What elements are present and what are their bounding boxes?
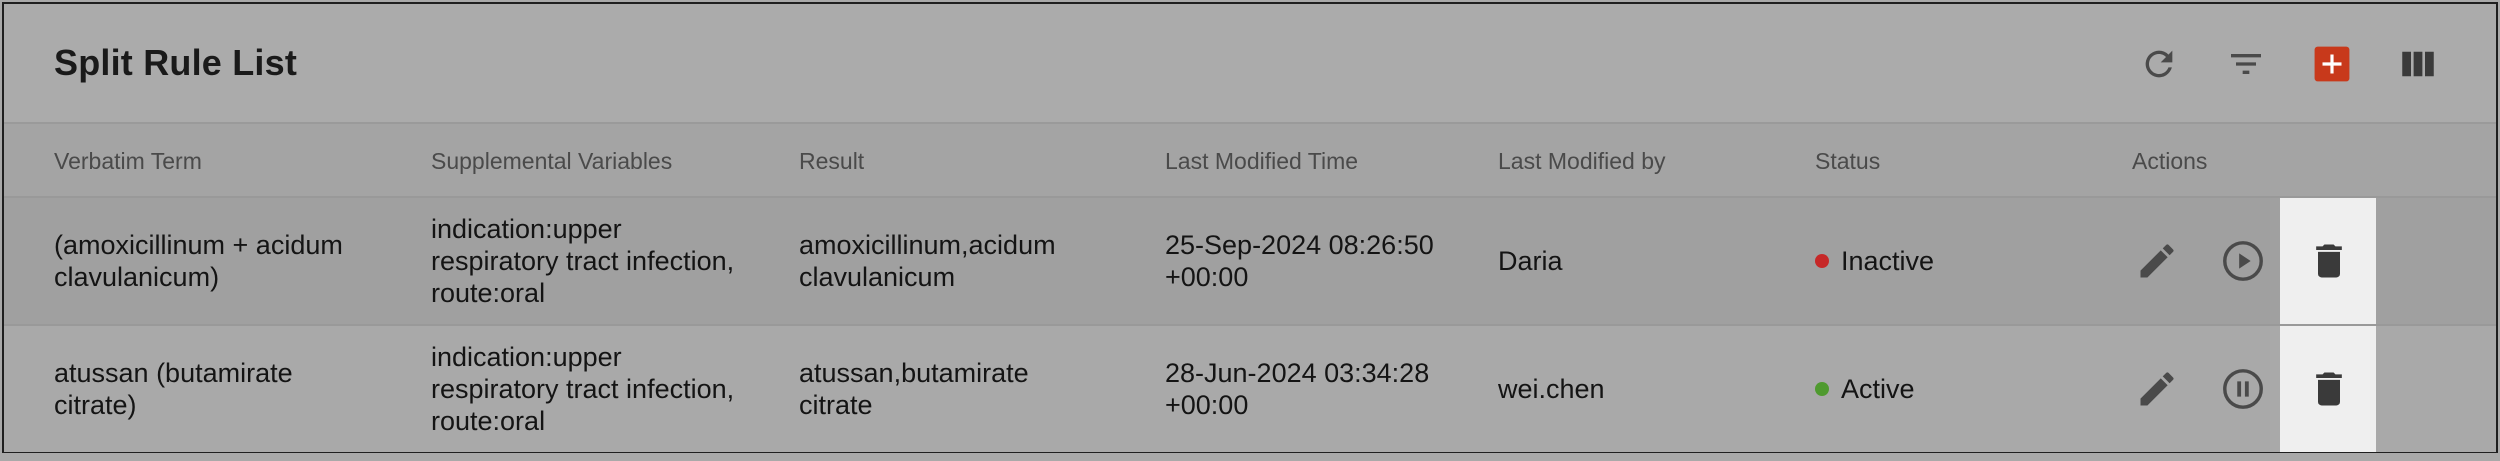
pause-icon (2223, 369, 2263, 409)
delete-button[interactable] (2301, 361, 2357, 417)
supplemental-variables-cell: indication:upper respiratory tract infec… (431, 214, 735, 308)
last-modified-time-cell: 28-Jun-2024 03:34:28 +00:00 (1165, 358, 1430, 420)
activate-button[interactable] (2215, 233, 2271, 289)
play-icon (2223, 241, 2263, 281)
edit-button[interactable] (2129, 233, 2185, 289)
last-modified-by-cell: wei.chen (1498, 374, 1605, 404)
column-header-last-modified-by[interactable]: Last Modified by (1498, 148, 1665, 175)
table-row[interactable]: (amoxicillinum + acidum clavulanicum) in… (4, 198, 2496, 326)
last-modified-time-cell: 25-Sep-2024 08:26:50 +00:00 (1165, 230, 1434, 292)
page-title: Split Rule List (54, 42, 298, 83)
verbatim-term-cell: atussan (butamirate citrate) (54, 358, 293, 420)
trash-icon (2316, 372, 2342, 406)
refresh-button[interactable] (2137, 42, 2181, 86)
status-badge: Inactive (1841, 246, 1935, 276)
status-dot (1815, 254, 1829, 268)
pencil-icon (2140, 244, 2174, 278)
trash-icon (2316, 244, 2342, 278)
filter-icon (2231, 54, 2261, 74)
table-row[interactable]: atussan (butamirate citrate) indication:… (4, 326, 2496, 452)
status-cell: Active (1815, 326, 1915, 452)
column-header-supplemental-variables[interactable]: Supplemental Variables (431, 148, 672, 175)
column-header-result[interactable]: Result (799, 148, 864, 175)
filter-button[interactable] (2224, 42, 2268, 86)
status-dot (1815, 382, 1829, 396)
result-cell: amoxicillinum,acidum clavulanicum (799, 230, 1056, 292)
add-icon (2314, 46, 2350, 82)
columns-button[interactable] (2396, 42, 2440, 86)
edit-button[interactable] (2129, 361, 2185, 417)
column-header-verbatim-term[interactable]: Verbatim Term (54, 148, 202, 175)
result-cell: atussan,butamirate citrate (799, 358, 1029, 420)
pencil-icon (2140, 372, 2174, 406)
delete-button[interactable] (2301, 233, 2357, 289)
split-rule-list-panel: Split Rule List Verbatim Term Supplement (2, 2, 2498, 453)
status-badge: Active (1841, 374, 1915, 404)
last-modified-by-cell: Daria (1498, 246, 1563, 276)
deactivate-button[interactable] (2215, 361, 2271, 417)
column-header-actions: Actions (2132, 148, 2208, 174)
table-header: Verbatim Term Supplemental Variables Res… (4, 124, 2496, 198)
verbatim-term-cell: (amoxicillinum + acidum clavulanicum) (54, 230, 343, 292)
panel-header: Split Rule List (4, 4, 2496, 124)
add-rule-button[interactable] (2310, 42, 2354, 86)
column-header-status[interactable]: Status (1815, 148, 1880, 175)
columns-icon (2402, 51, 2434, 77)
supplemental-variables-cell: indication:upper respiratory tract infec… (431, 342, 735, 436)
status-cell: Inactive (1815, 198, 1934, 324)
column-header-last-modified-time[interactable]: Last Modified Time (1165, 148, 1358, 175)
refresh-icon (2145, 50, 2173, 78)
